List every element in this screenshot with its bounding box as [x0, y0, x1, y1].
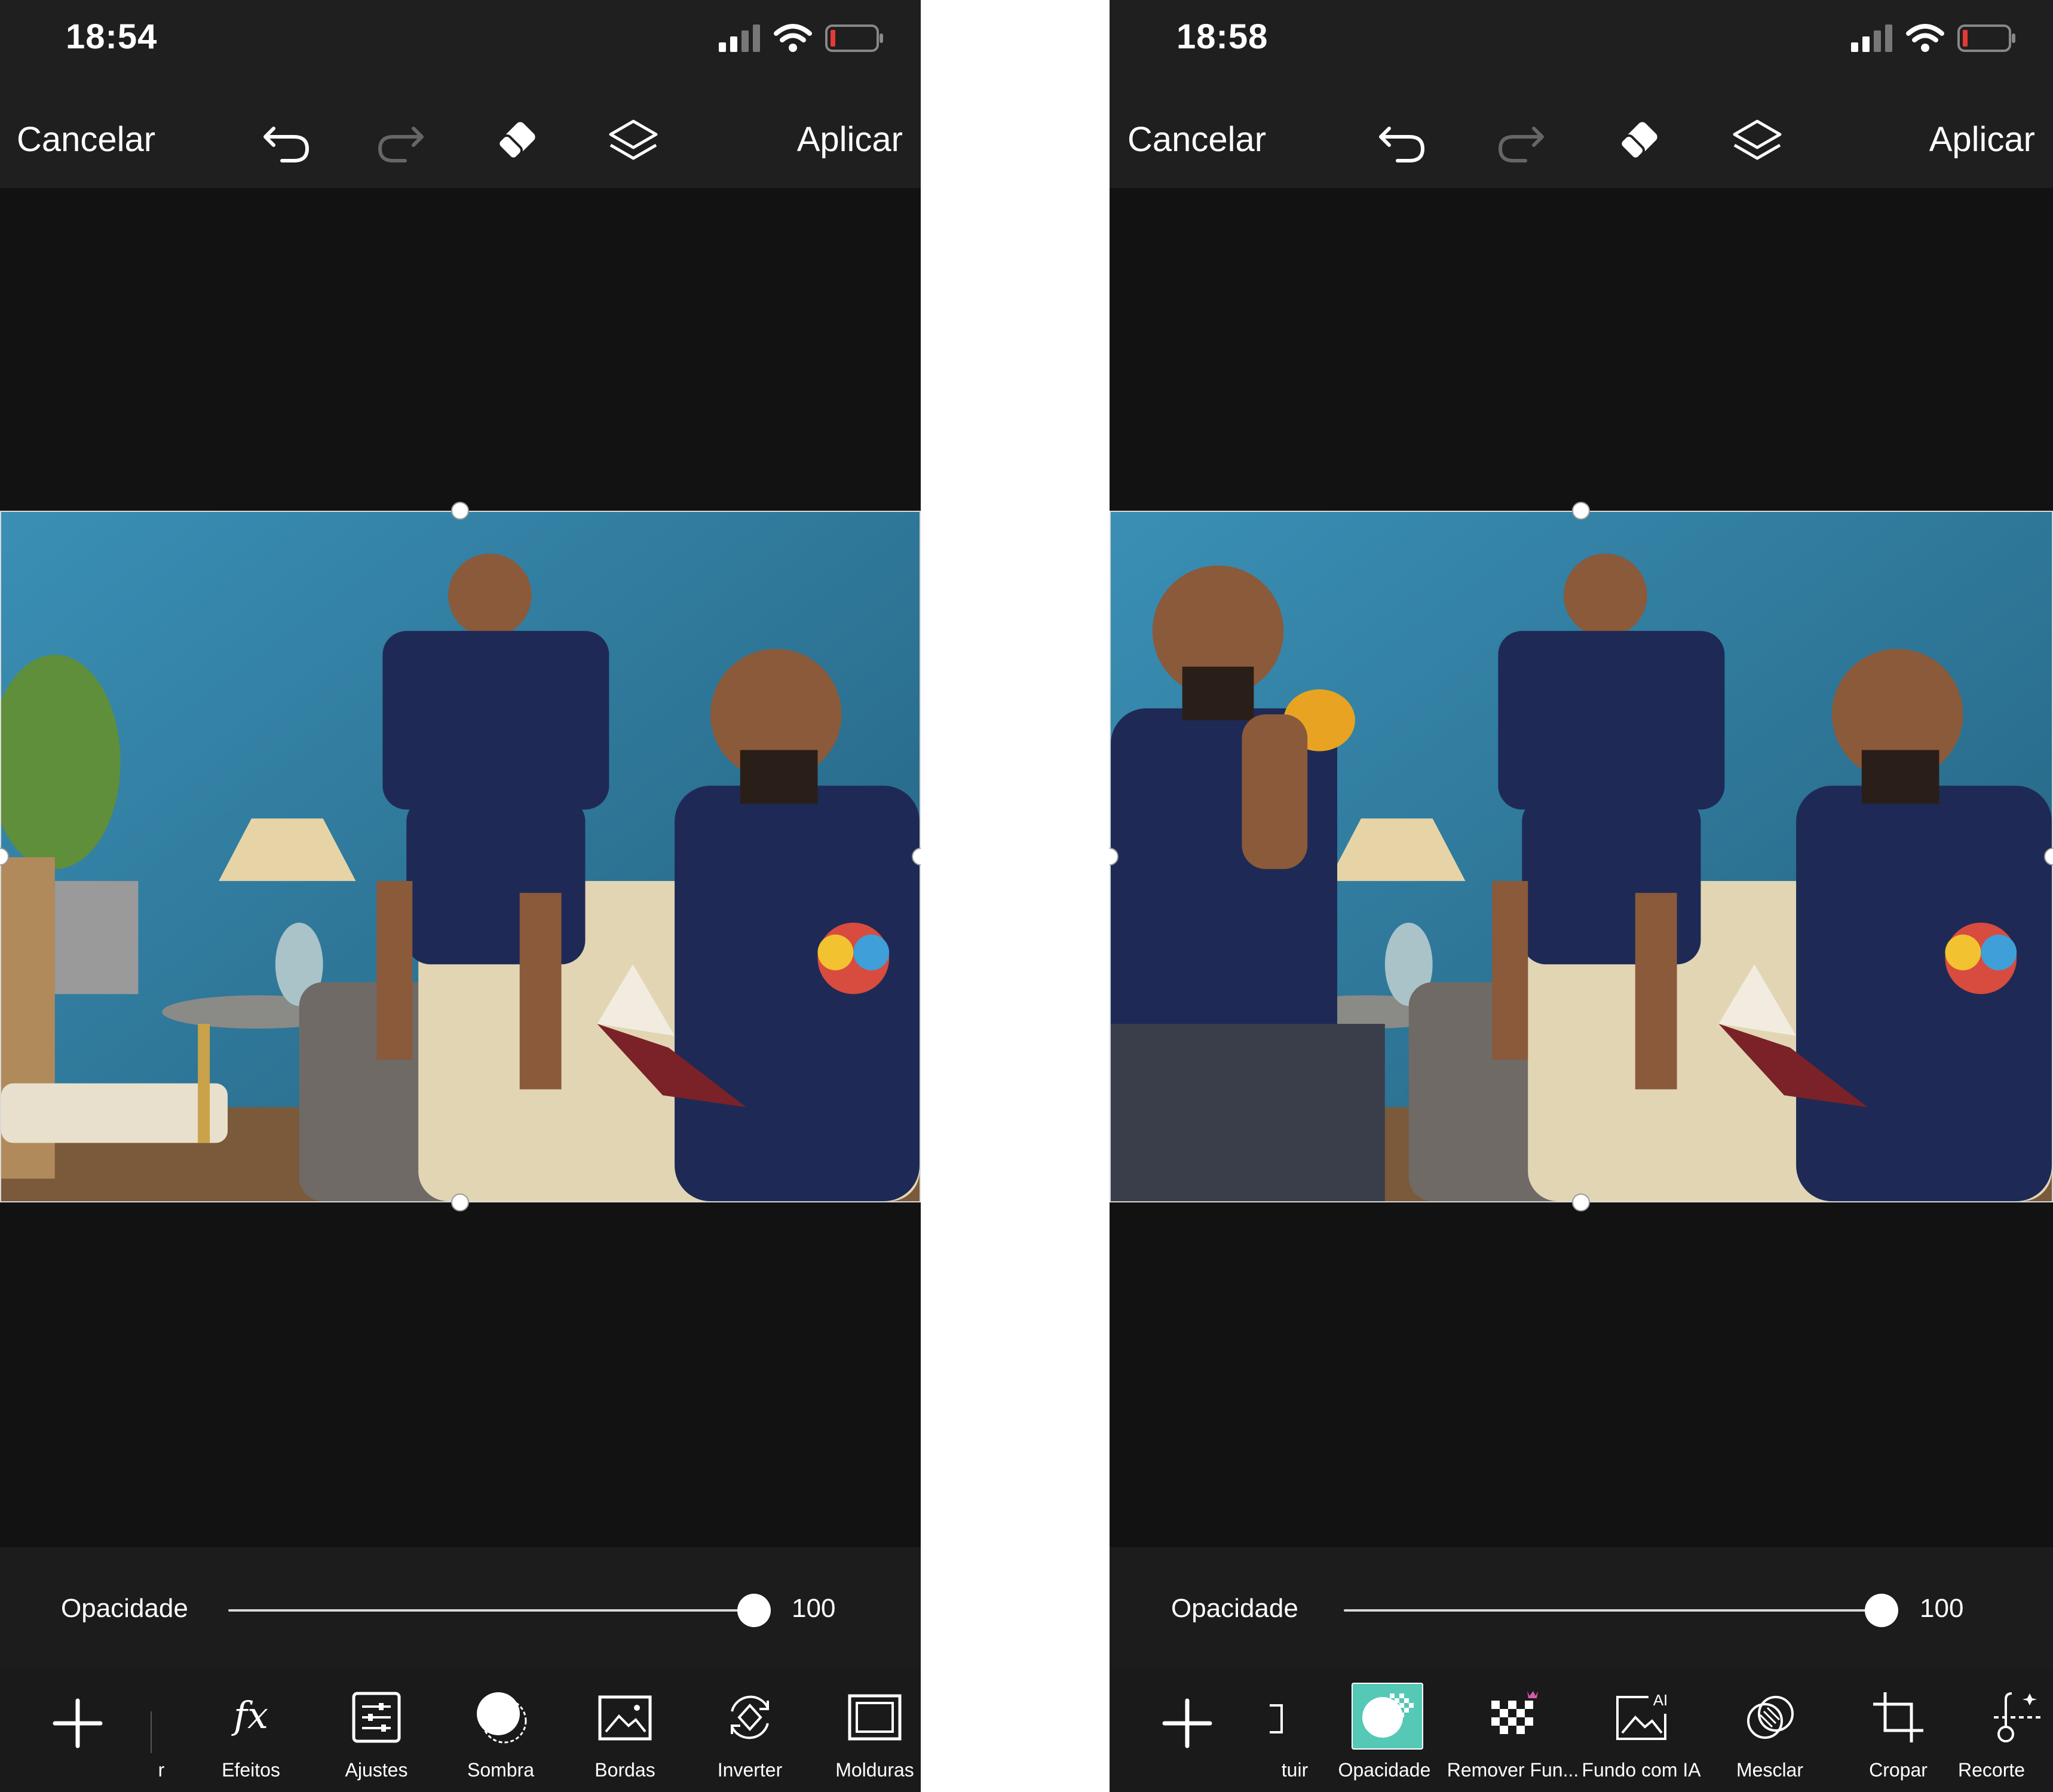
tool-label: Bordas — [595, 1759, 655, 1781]
tool-cropar[interactable]: Cropar — [1838, 1687, 1958, 1792]
tool-bordas[interactable]: Bordas — [565, 1687, 685, 1792]
battery-icon — [1957, 24, 2015, 52]
tool-label: Cropar — [1869, 1759, 1928, 1781]
tool-ajustes[interactable]: Ajustes — [317, 1687, 436, 1792]
redo-icon[interactable] — [370, 111, 430, 170]
layers-icon[interactable] — [603, 111, 663, 170]
status-icons — [719, 24, 885, 53]
tool-label: Efeitos — [222, 1759, 280, 1781]
canvas-area — [1110, 188, 2053, 1547]
tool-label: Ajustes — [345, 1759, 408, 1781]
opacity-label: Opacidade — [1171, 1594, 1298, 1623]
svg-text:fx: fx — [231, 1693, 268, 1737]
tool-label: Sombra — [467, 1759, 535, 1781]
tools-bar: r fx Efeitos Ajustes Sombra Bordas Inver… — [0, 1670, 921, 1792]
opacity-slider-track[interactable] — [228, 1609, 754, 1612]
phone-screen-left: 18:54 Cancelar Aplicar Opacidade 100 r f… — [0, 0, 921, 1792]
editor-toolbar: Cancelar Aplicar — [0, 87, 921, 188]
shadow-icon — [477, 1692, 527, 1744]
tool-fundo-com-ia[interactable]: AI Fundo com IA — [1582, 1687, 1701, 1792]
battery-icon — [825, 24, 883, 52]
resize-handle-top[interactable] — [1572, 502, 1590, 520]
room-photo — [1, 512, 920, 1201]
tool-label: Molduras — [835, 1759, 914, 1781]
tool-label: Opacidade — [1338, 1759, 1431, 1781]
opacity-value: 100 — [1920, 1594, 1964, 1623]
svg-text:AI: AI — [1653, 1691, 1668, 1709]
tool-inverter[interactable]: Inverter — [690, 1687, 810, 1792]
status-time: 18:54 — [66, 17, 158, 56]
tool-label: Recorte — [1958, 1759, 2026, 1781]
edited-photo[interactable] — [1110, 511, 2053, 1202]
status-time: 18:58 — [1176, 17, 1268, 56]
status-icons — [1851, 24, 2017, 53]
undo-icon[interactable] — [257, 111, 317, 170]
canvas-area — [0, 188, 921, 1547]
status-bar: 18:58 — [1110, 0, 2053, 87]
apply-button[interactable]: Aplicar — [797, 119, 903, 159]
editor-toolbar: Cancelar Aplicar — [1110, 87, 2053, 188]
partial-icon — [1270, 1704, 1283, 1733]
signal-icon — [1851, 24, 1892, 52]
remove-bg-icon — [1491, 1691, 1538, 1734]
blend-icon — [1747, 1696, 1794, 1739]
undo-icon[interactable] — [1372, 111, 1432, 170]
resize-handle-bottom[interactable] — [451, 1193, 469, 1211]
add-icon[interactable] — [48, 1693, 108, 1753]
cutout-icon — [1994, 1692, 2042, 1742]
redo-icon[interactable] — [1491, 111, 1551, 170]
layers-icon[interactable] — [1727, 111, 1787, 170]
tool-label: Fundo com IA — [1582, 1759, 1701, 1781]
tool-label: Remover Fun... — [1447, 1759, 1579, 1781]
opacity-control: Opacidade 100 — [1110, 1547, 2053, 1670]
resize-handle-bottom[interactable] — [1572, 1193, 1590, 1211]
tool-label: Mesclar — [1736, 1759, 1803, 1781]
edited-photo[interactable] — [0, 511, 921, 1202]
ai-background-icon: AI — [1616, 1691, 1668, 1740]
opacity-label: Opacidade — [61, 1594, 188, 1623]
crop-icon — [1873, 1692, 1923, 1742]
apply-button[interactable]: Aplicar — [1929, 119, 2035, 159]
eraser-icon[interactable] — [487, 111, 547, 170]
resize-handle-top[interactable] — [451, 502, 469, 520]
fx-icon: fx — [231, 1693, 268, 1737]
status-bar: 18:54 — [0, 0, 921, 87]
tool-mesclar[interactable]: Mesclar — [1710, 1687, 1830, 1792]
tool-remover-fundo[interactable]: Remover Fun... — [1447, 1687, 1579, 1792]
tool-label: Inverter — [717, 1759, 783, 1781]
tool-opacidade[interactable]: Opacidade — [1325, 1683, 1444, 1792]
opacity-control: Opacidade 100 — [0, 1547, 921, 1670]
opacity-slider-thumb[interactable] — [737, 1594, 771, 1627]
adjust-icon — [352, 1692, 401, 1743]
tools-bar: tuir Opacidade Remover Fun... AI Fundo c… — [1110, 1670, 2053, 1792]
border-icon — [598, 1695, 652, 1741]
tool-sombra[interactable]: Sombra — [441, 1687, 560, 1792]
flip-icon — [731, 1695, 769, 1739]
wifi-icon — [1906, 24, 1944, 52]
tool-recorte[interactable]: Recorte — [1958, 1687, 2053, 1792]
signal-icon — [719, 24, 760, 52]
opacity-icon — [1352, 1683, 1423, 1750]
eraser-icon[interactable] — [1609, 111, 1669, 170]
wifi-icon — [774, 24, 812, 52]
opacity-value: 100 — [792, 1594, 836, 1623]
cancel-button[interactable]: Cancelar — [17, 119, 155, 159]
tool-efeitos[interactable]: fx Efeitos — [191, 1687, 311, 1792]
opacity-slider-track[interactable] — [1344, 1609, 1882, 1612]
add-icon[interactable] — [1157, 1693, 1217, 1753]
opacity-slider-thumb[interactable] — [1865, 1594, 1898, 1627]
cancel-button[interactable]: Cancelar — [1127, 119, 1266, 159]
phone-screen-right: 18:58 Cancelar Aplicar Opacidade 100 tui… — [1110, 0, 2053, 1792]
frame-icon — [848, 1694, 902, 1741]
room-photo — [1111, 512, 2052, 1201]
tool-molduras[interactable]: Molduras — [815, 1687, 921, 1792]
